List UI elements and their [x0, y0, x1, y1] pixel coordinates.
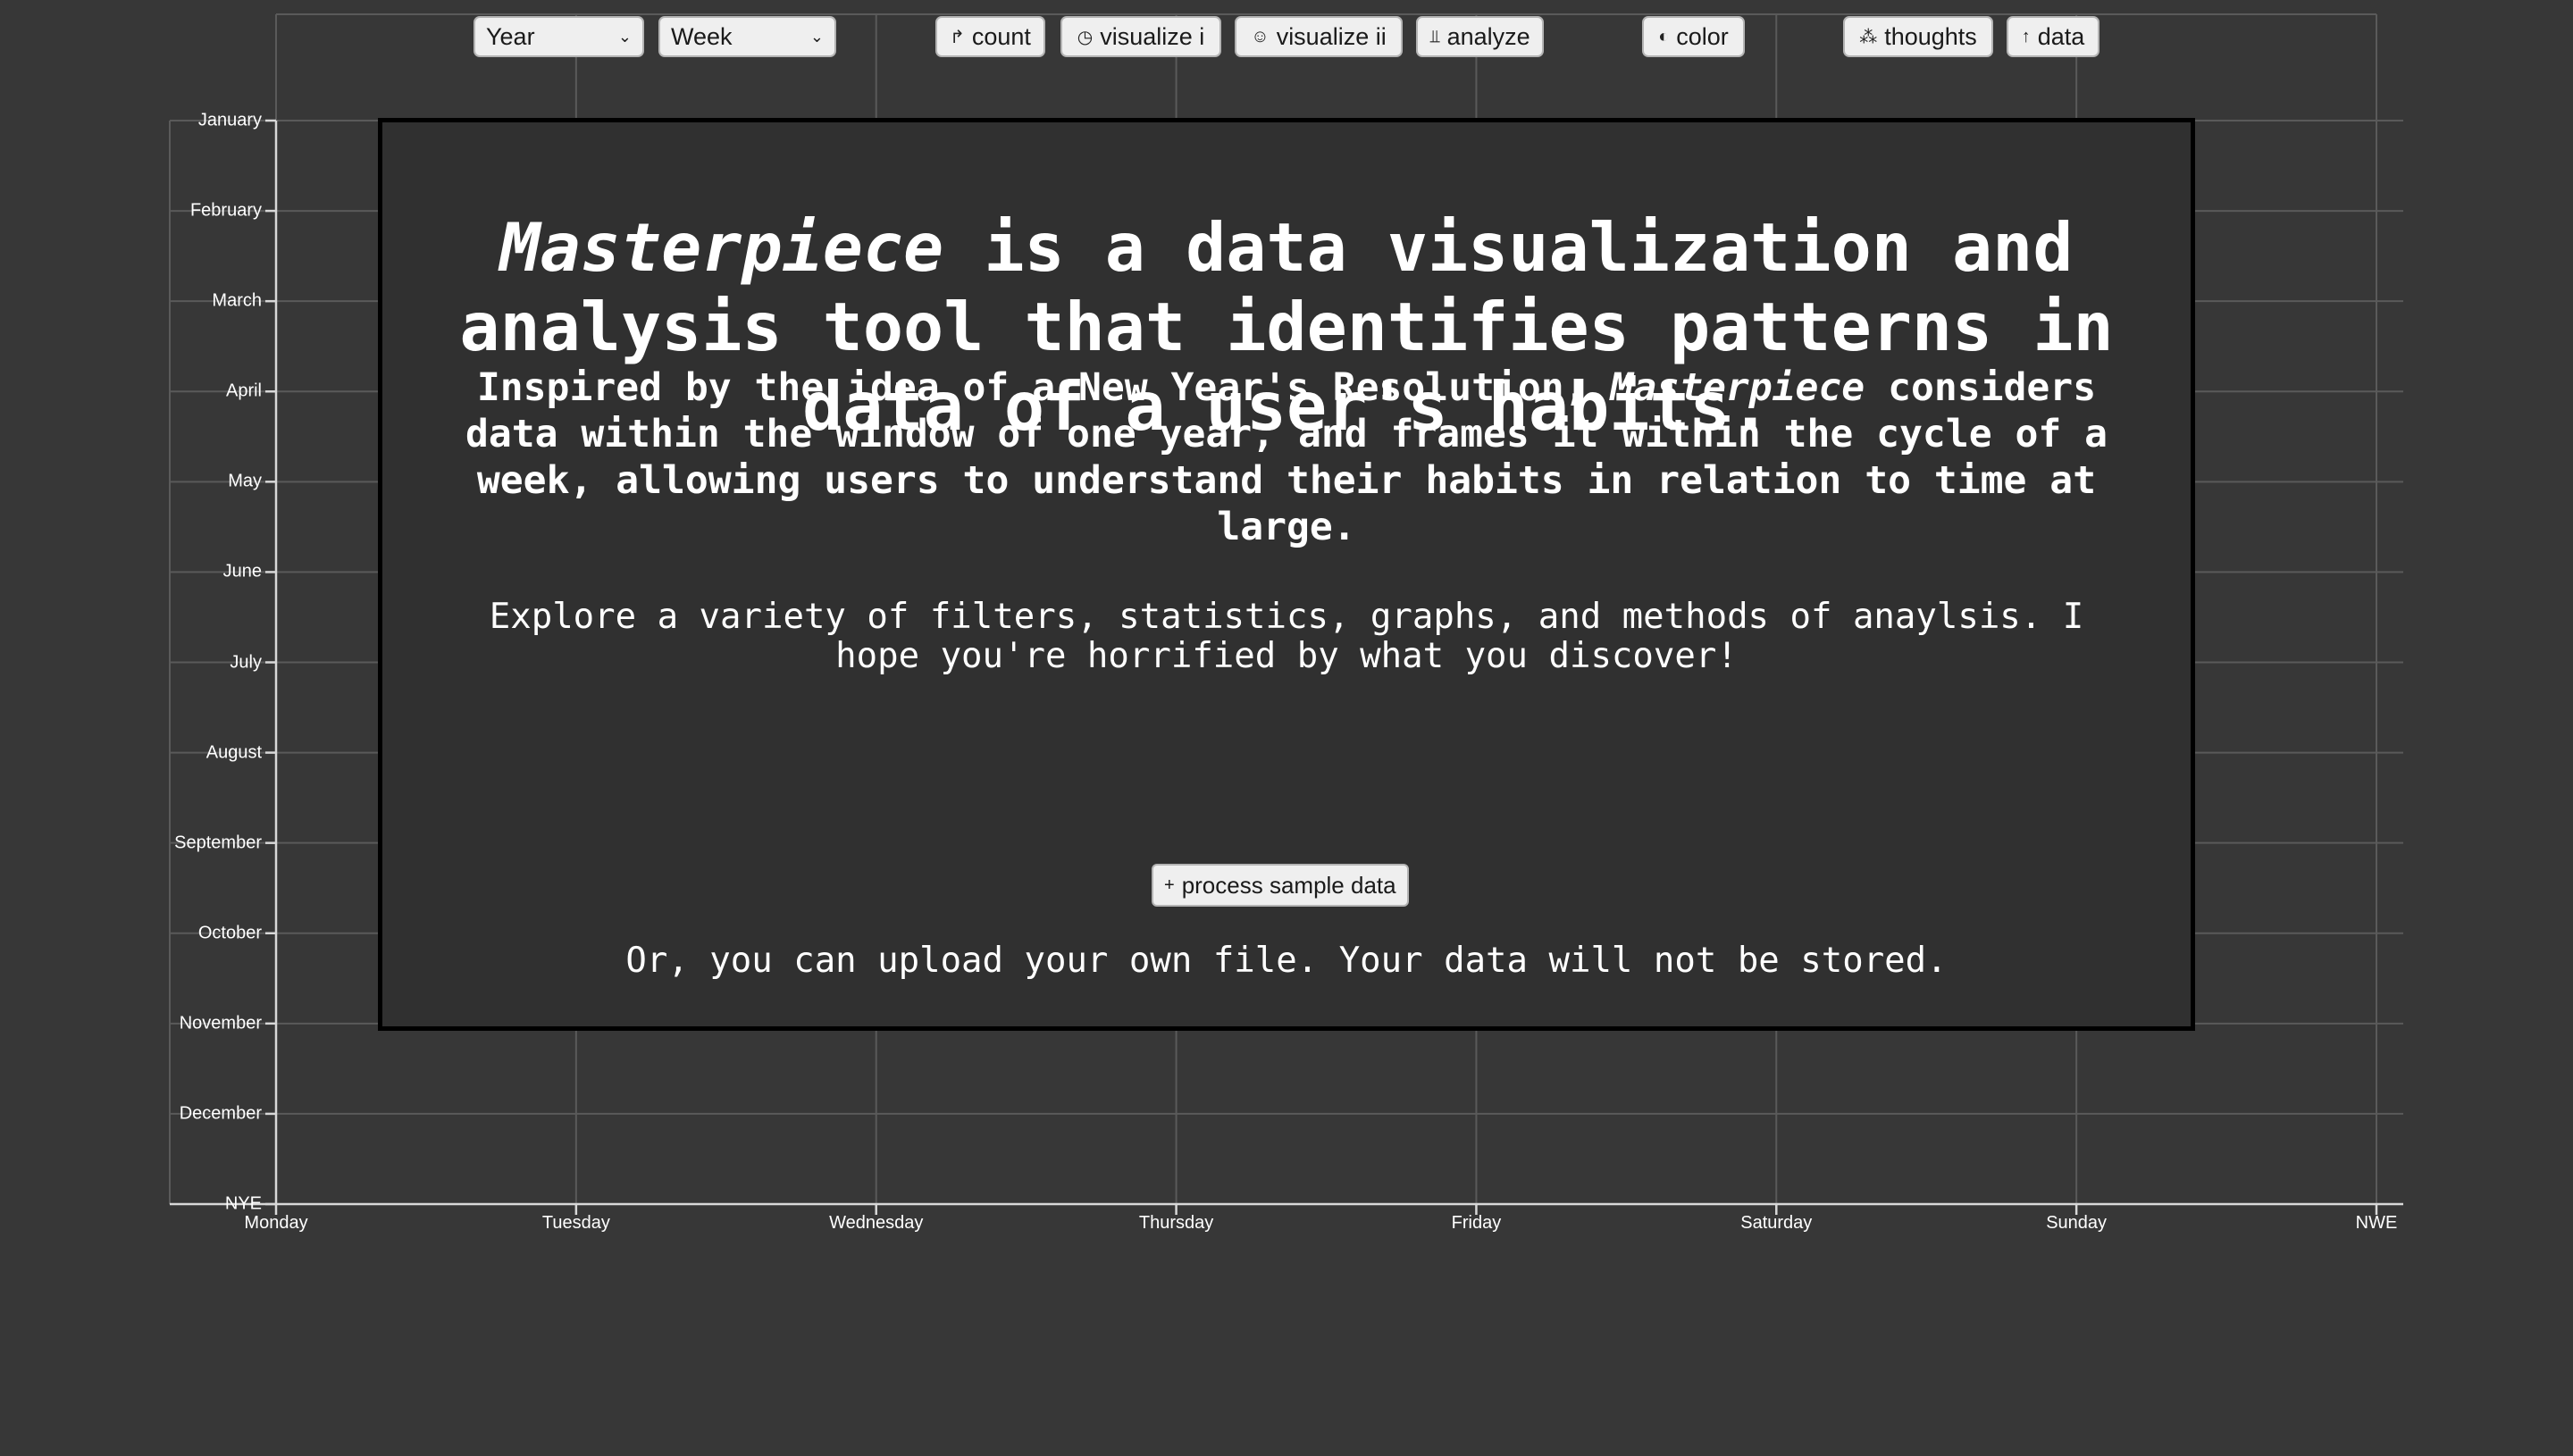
analyze-icon: ⫫ [1429, 26, 1440, 46]
upload-arrow-icon: ↑ [2021, 26, 2031, 46]
count-button[interactable]: ↱ count [935, 16, 1045, 57]
color-button[interactable]: ◐ color [1642, 16, 1745, 57]
x-tick-label: Sunday [2046, 1213, 2108, 1233]
smiley-icon: ☺ [1251, 26, 1270, 46]
visualize-i-button[interactable]: ◷ visualize i [1060, 16, 1221, 57]
intro-modal: Masterpiece is a data visualization and … [378, 118, 2195, 1031]
thoughts-button[interactable]: ⁂ thoughts [1843, 16, 1993, 57]
year-select-value: Year [486, 22, 535, 50]
process-sample-data-label: process sample data [1181, 871, 1396, 899]
x-tick-label: Thursday [1138, 1213, 1214, 1233]
analyze-button[interactable]: ⫫ analyze [1416, 16, 1544, 57]
y-tick-label: NYE [224, 1193, 262, 1214]
process-sample-data-button[interactable]: + process sample data [1152, 864, 1409, 907]
modal-description-brand: Masterpiece [1610, 365, 1865, 410]
y-tick-label: May [228, 471, 262, 491]
y-tick-label: February [189, 200, 262, 221]
thoughts-icon: ⁂ [1859, 27, 1878, 47]
half-circle-icon: ◐ [1658, 26, 1670, 46]
y-tick-label: December [179, 1103, 262, 1124]
modal-upload-text: Or, you can upload your own file. Your d… [625, 941, 1948, 981]
x-tick-label: Wednesday [829, 1213, 924, 1233]
color-button-label: color [1676, 22, 1729, 50]
x-tick-label: Monday [244, 1213, 308, 1233]
x-tick-label: NWE [2355, 1213, 2398, 1233]
y-tick-label: September [174, 833, 262, 853]
visualize-i-button-label: visualize i [1100, 22, 1205, 50]
visualize-ii-button[interactable]: ☺ visualize ii [1235, 16, 1403, 57]
app-root: January February March April May June July Augu… [0, 0, 2573, 1456]
visualize-ii-button-label: visualize ii [1276, 22, 1387, 50]
plus-icon: + [1164, 874, 1175, 895]
modal-description-start: Inspired by the idea of a New Year's Res… [476, 365, 1611, 410]
count-button-label: count [971, 22, 1031, 50]
chevron-down-icon: ⌄ [809, 27, 824, 46]
year-select[interactable]: Year ⌄ [474, 16, 644, 57]
clock-icon: ◷ [1077, 27, 1094, 47]
y-tick-label: November [179, 1013, 262, 1033]
y-tick-label: January [197, 110, 262, 130]
y-tick-label: April [225, 381, 262, 401]
thoughts-button-label: thoughts [1884, 22, 1977, 50]
modal-explore-text: Explore a variety of filters, statistics… [489, 597, 2084, 676]
y-tick-label: October [197, 923, 262, 943]
x-tick-label: Tuesday [541, 1213, 610, 1233]
x-tick-label: Friday [1451, 1213, 1502, 1233]
y-tick-label: March [212, 290, 262, 311]
count-icon: ↱ [950, 27, 965, 47]
week-select-value: Week [671, 22, 733, 50]
x-tick-label: Saturday [1740, 1213, 1813, 1233]
modal-description: Inspired by the idea of a New Year's Res… [436, 364, 2137, 550]
y-tick-label: August [205, 742, 262, 763]
data-button[interactable]: ↑ data [2007, 16, 2099, 57]
week-select[interactable]: Week ⌄ [658, 16, 836, 57]
y-tick-label: July [230, 652, 262, 672]
analyze-button-label: analyze [1446, 22, 1530, 50]
chevron-down-icon: ⌄ [617, 27, 632, 46]
data-button-label: data [2037, 22, 2085, 50]
modal-title-brand: Masterpiece [499, 208, 944, 287]
y-tick-label: June [222, 561, 262, 582]
